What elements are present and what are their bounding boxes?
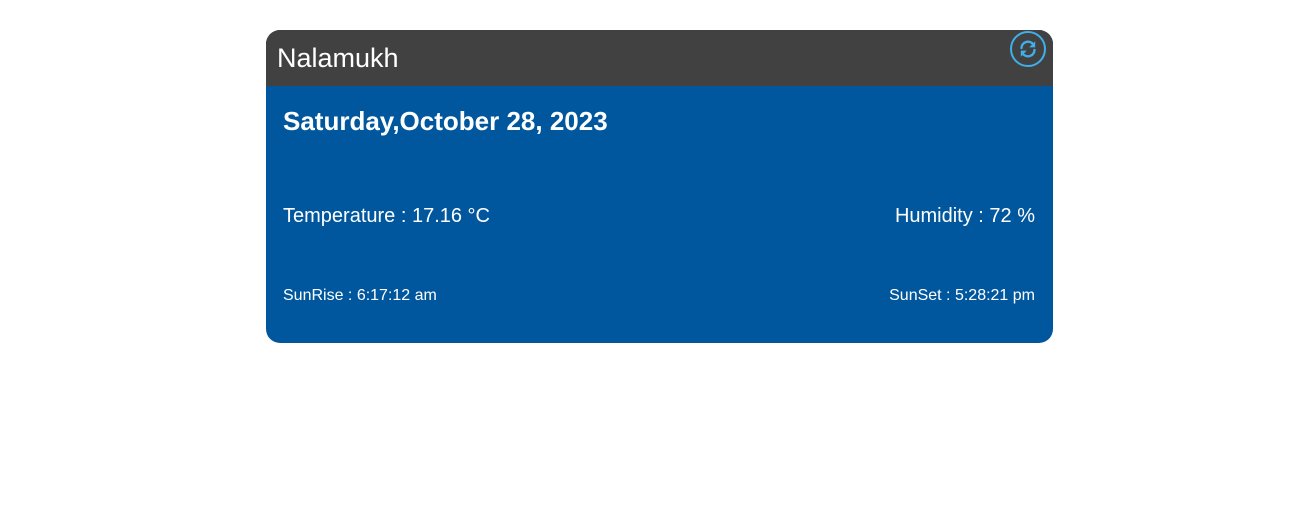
city-name: Nalamukh bbox=[277, 43, 399, 73]
humidity-value: Humidity : 72 % bbox=[894, 205, 1035, 227]
card-header: Nalamukh bbox=[266, 30, 1053, 86]
temperature-value: Temperature : 17.16 °C bbox=[283, 205, 490, 227]
refresh-icon bbox=[1020, 40, 1036, 58]
date-heading: Saturday,October 28, 2023 bbox=[283, 106, 608, 136]
sunset-time: SunSet : 5:28:21 pm bbox=[889, 287, 1035, 304]
weather-card: Nalamukh Saturday,October 28, 2023 Tempe… bbox=[266, 30, 1053, 343]
refresh-button[interactable] bbox=[1010, 31, 1046, 67]
sunrise-time: SunRise : 6:17:12 am bbox=[283, 287, 437, 304]
